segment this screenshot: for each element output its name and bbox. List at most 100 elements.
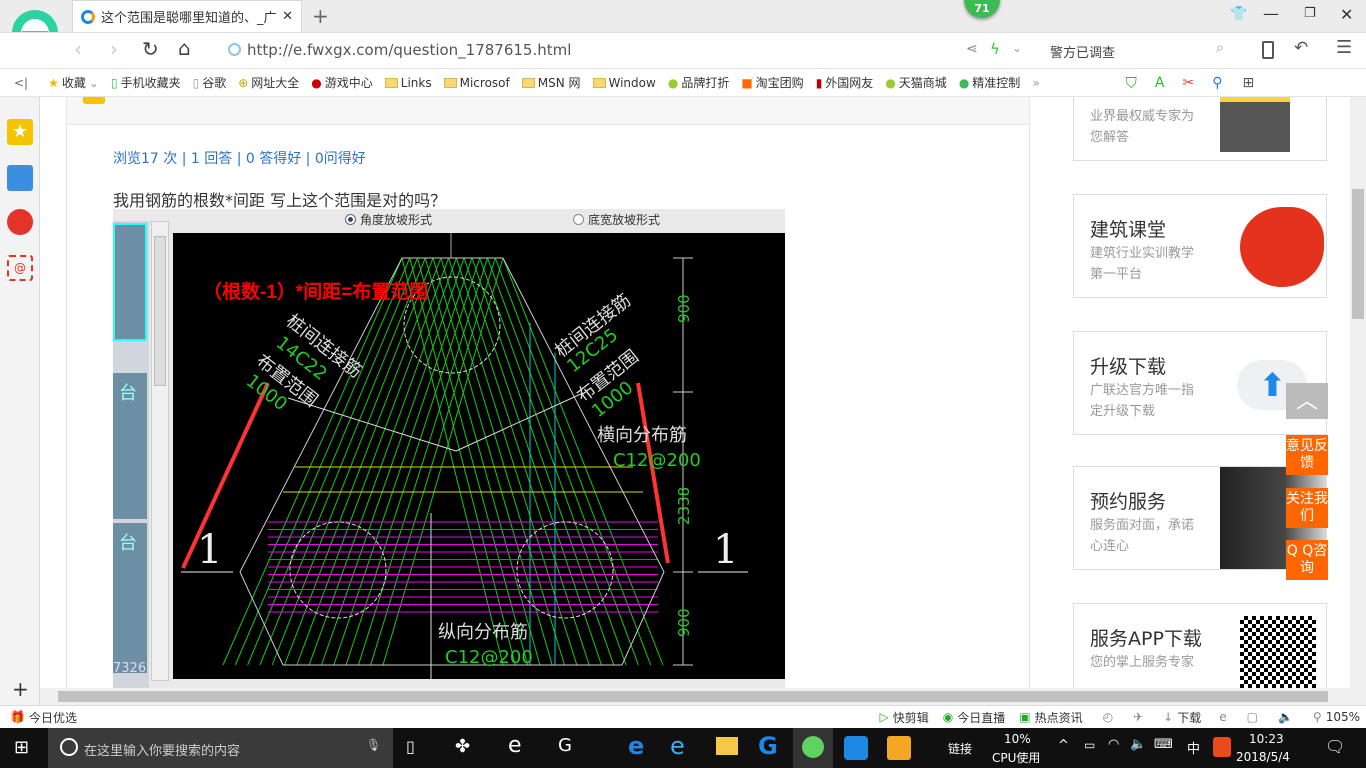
ime-indicator[interactable]: 中 [1187, 738, 1200, 757]
bookmark-folder[interactable]: Microsof [443, 76, 510, 90]
bookmark-item[interactable]: ● 游戏中心 [311, 74, 373, 91]
thumbnail-item[interactable]: 台 [113, 523, 147, 673]
microphone-icon[interactable]: 🎙 [366, 738, 381, 752]
forward-button[interactable]: › [110, 37, 118, 61]
volume-icon[interactable]: 🔈 [1278, 710, 1293, 724]
app-fan-icon[interactable]: ✤ [455, 736, 470, 757]
translate-icon[interactable]: A [1155, 75, 1165, 91]
thumbnail-scrollbar[interactable] [151, 221, 169, 681]
add-sidebar-button[interactable]: + [12, 677, 29, 701]
back-to-top-button[interactable]: ︿ [1286, 383, 1328, 419]
refresh-button[interactable]: ↻ [142, 37, 159, 61]
home-button[interactable]: ⌂ [178, 36, 191, 60]
task-view-icon[interactable]: ▯ [406, 737, 415, 756]
glodon-icon[interactable]: G [758, 732, 778, 760]
clock-date[interactable]: 2018/5/4 [1236, 750, 1290, 764]
browser-taskbar-button[interactable] [793, 728, 833, 768]
volume-tray-icon[interactable]: 🔈 [1130, 737, 1146, 752]
new-tab-button[interactable]: + [312, 4, 329, 28]
mail-icon[interactable]: @ [7, 255, 33, 281]
ie-mode-icon[interactable]: e [1219, 710, 1226, 724]
shield-icon[interactable]: ⛉ [1126, 74, 1137, 92]
wifi-icon[interactable]: ◠ [1108, 737, 1119, 752]
card-app-download[interactable]: 服务APP下载 您的掌上服务专家 [1073, 603, 1327, 688]
weibo-icon[interactable] [7, 209, 33, 235]
sogou-icon[interactable] [1213, 737, 1231, 757]
search-icon[interactable]: ⌕ [1216, 40, 1224, 56]
share-icon[interactable]: ⋖ [966, 41, 978, 57]
bookmark-item[interactable]: ▯ 谷歌 [193, 74, 227, 91]
taskbar-search[interactable]: 在这里输入你要搜索的内容 🎙 [48, 728, 393, 768]
chevron-down-icon[interactable]: ⌄ [1012, 41, 1022, 55]
bookmark-item[interactable]: ● 天猫商城 [885, 74, 947, 91]
mobile-icon[interactable] [1262, 41, 1274, 59]
bookmark-folder[interactable]: Window [592, 76, 656, 90]
reader-icon[interactable] [7, 165, 33, 191]
status-item[interactable]: 今日直播 [957, 709, 1005, 726]
bookmark-item[interactable]: ● 品牌打折 [668, 74, 730, 91]
thumbnail-item[interactable] [113, 223, 147, 341]
bookmark-folder[interactable]: Links [384, 76, 432, 90]
tab-active[interactable]: 这个范围是聪哪里知道的、_广联 ✕ [72, 0, 302, 32]
edge-icon[interactable]: e [628, 732, 644, 760]
bookmark-item[interactable]: ⊕ 网址大全 [238, 74, 299, 91]
minimize-button[interactable]: — [1263, 4, 1279, 23]
menu-icon[interactable]: ☰ [1336, 37, 1352, 58]
restore-button[interactable]: ❐ [1304, 6, 1316, 21]
collapse-sidebar-icon[interactable]: <| [14, 76, 28, 90]
favorites-star-icon[interactable]: ★ [7, 119, 33, 145]
follow-us-button[interactable]: 关注我们 [1286, 488, 1328, 528]
speed-icon[interactable]: ◴ [1103, 710, 1113, 724]
windows-start-icon[interactable]: ⊞ [14, 737, 29, 758]
notification-badge[interactable]: 71 [964, 0, 1000, 18]
bookmark-item[interactable]: ▮ 外国网友 [816, 74, 874, 91]
status-item[interactable]: 下载 [1177, 709, 1201, 726]
clock-time[interactable]: 10:23 [1249, 732, 1284, 746]
notes-icon[interactable] [887, 736, 911, 760]
thumbnail-item[interactable]: 台 [113, 373, 147, 519]
close-tab-icon[interactable]: ✕ [282, 9, 293, 24]
bookmark-folder[interactable]: MSN 网 [521, 74, 581, 91]
card-building-class[interactable]: 建筑课堂 建筑行业实训教学第一平台 [1073, 194, 1327, 298]
bookmark-item[interactable]: ▯ 手机收藏夹 [111, 74, 181, 91]
feedback-button[interactable]: 意见反馈 [1286, 435, 1328, 475]
pin-icon[interactable]: ✈ [1133, 710, 1143, 724]
question-image[interactable]: 台 台 7326 角度放坡形式 底宽放坡形式 （根数-1）*间距=布置范围 桩间… [113, 209, 785, 688]
window-icon[interactable]: ▢ [1247, 710, 1258, 724]
back-button[interactable]: ‹ [74, 37, 82, 61]
ie-icon[interactable]: e [670, 732, 685, 760]
notification-center-icon[interactable]: 🗨 [1325, 737, 1345, 756]
qq-consult-button[interactable]: Q Q咨询 [1286, 540, 1328, 580]
app-g-icon[interactable]: G [558, 735, 572, 756]
apps-icon[interactable]: ⊞ [1243, 75, 1255, 91]
close-window-button[interactable]: ✕ [1340, 5, 1353, 24]
scissors-icon[interactable]: ✂ [1183, 75, 1195, 91]
links-toolbar[interactable]: 链接 [948, 740, 972, 757]
bookmark-item[interactable]: ● 精准控制 [959, 74, 1021, 91]
zoom-level[interactable]: 105% [1326, 710, 1360, 724]
status-item[interactable]: 快剪辑 [893, 709, 929, 726]
search-input[interactable]: 警方已调查 [1050, 42, 1115, 61]
today-picks[interactable]: 今日优选 [29, 709, 880, 726]
question-stats[interactable]: 浏览17 次 | 1 回答 | 0 答得好 | 0问得好 [113, 148, 366, 168]
address-bar[interactable]: http://e.fwxgx.com/question_1787615.html [247, 41, 571, 59]
skin-icon[interactable]: 👕 [1230, 6, 1247, 22]
card-expert[interactable]: 业界最权威专家为您解答 [1073, 97, 1327, 161]
lightning-icon[interactable]: ϟ [990, 40, 1000, 58]
keyboard-icon[interactable]: ⌨ [1154, 737, 1173, 752]
undo-icon[interactable]: ↶ [1294, 38, 1308, 58]
status-item[interactable]: 热点资讯 [1035, 709, 1083, 726]
horizontal-scrollbar[interactable] [40, 688, 1366, 705]
file-explorer-icon[interactable] [716, 737, 738, 755]
bookmark-item[interactable]: ■ 淘宝团购 [741, 74, 803, 91]
battery-icon[interactable]: ▭ [1084, 738, 1095, 752]
app-blue-icon[interactable] [844, 736, 868, 760]
radio-angle-slope[interactable]: 角度放坡形式 [345, 211, 432, 228]
magnifier-icon[interactable]: ⚲ [1212, 75, 1222, 91]
radio-width-slope[interactable]: 底宽放坡形式 [573, 211, 660, 228]
more-bookmarks-icon[interactable]: » [1032, 76, 1039, 90]
bookmark-favorites[interactable]: ★ 收藏 ⌄ [48, 74, 99, 91]
vertical-scrollbar[interactable] [1350, 97, 1366, 688]
app-e-icon[interactable]: e [508, 733, 522, 758]
tray-chevron-icon[interactable]: ^ [1058, 738, 1069, 753]
